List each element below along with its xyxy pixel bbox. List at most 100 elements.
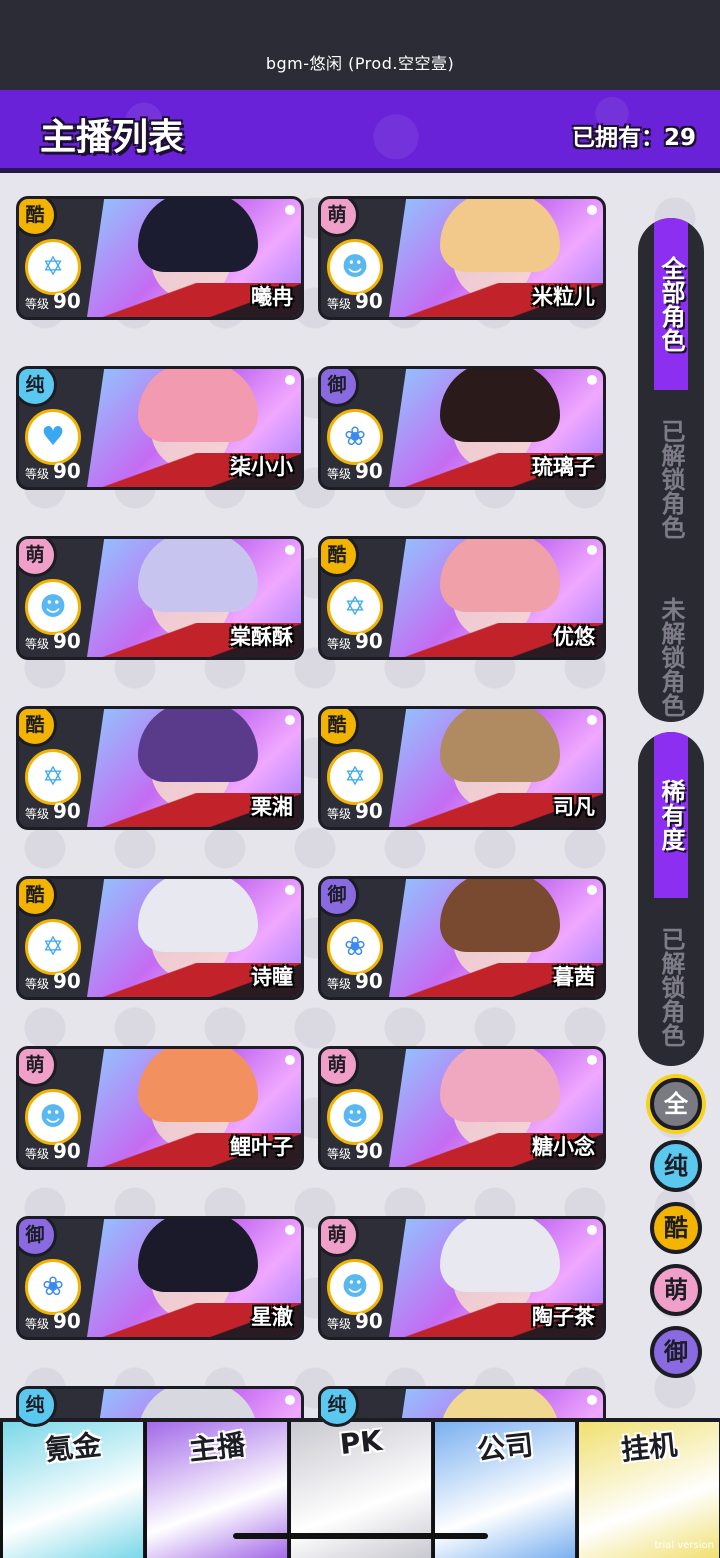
rarity-badge: 萌: [321, 1049, 359, 1087]
rarity-badge: 酷: [19, 709, 57, 747]
streamer-card[interactable]: 萌 ☻ 等级 90 陶子茶: [318, 1216, 606, 1340]
owned-count: 已拥有：29: [571, 125, 696, 151]
streamer-name: 星澈: [251, 1305, 293, 1329]
bgm-now-playing: bgm-悠闲 (Prod.空空壹): [265, 54, 455, 73]
star-icon: ✡: [25, 749, 81, 805]
streamer-card[interactable]: 御 ❀ 等级 90 星澈: [16, 1216, 304, 1340]
rarity-badge: 萌: [19, 1049, 57, 1087]
card-corner-dot: [587, 1395, 597, 1405]
card-corner-dot: [285, 1395, 295, 1405]
rarity-badge: 酷: [19, 879, 57, 917]
level-label: 等级: [327, 1317, 352, 1331]
portrait-hair: [138, 709, 259, 782]
tab-unlocked-roles[interactable]: 已解锁角色: [654, 390, 688, 568]
card-corner-dot: [587, 205, 597, 215]
portrait-hair: [138, 1049, 259, 1122]
star-icon: ✡: [327, 579, 383, 635]
level-label: 等级: [25, 977, 50, 991]
portrait-hair: [138, 369, 259, 442]
level-label: 等级: [327, 1147, 352, 1161]
portrait-hair: [138, 539, 259, 612]
streamer-card[interactable]: 酷 ✡ 等级 90 栗湘: [16, 706, 304, 830]
cat-icon: ☻: [327, 239, 383, 295]
role-filter-panel: 全部角色 已解锁角色 未解锁角色: [638, 218, 704, 722]
level-label: 等级: [25, 807, 50, 821]
level-label: 等级: [25, 467, 50, 481]
streamer-card[interactable]: 萌 ☻ 等级 90 棠酥酥: [16, 536, 304, 660]
star-icon: ✡: [25, 919, 81, 975]
streamer-name: 糖小念: [532, 1135, 595, 1159]
tab-all-roles[interactable]: 全部角色: [654, 218, 688, 390]
card-corner-dot: [587, 885, 597, 895]
streamer-name: 司凡: [553, 795, 595, 819]
streamer-card[interactable]: 御 ❀ 等级 90 琉璃子: [318, 366, 606, 490]
rarity-badge: 萌: [19, 539, 57, 577]
rarity-filter-button[interactable]: 萌: [650, 1264, 702, 1316]
card-corner-dot: [587, 545, 597, 555]
level-value: 90: [355, 1309, 383, 1333]
level-value: 90: [53, 629, 81, 653]
page-title: 主播列表: [40, 117, 185, 158]
rarity-badge: 萌: [321, 199, 359, 237]
level-value: 90: [53, 799, 81, 823]
streamer-card[interactable]: 酷 ✡ 等级 90 司凡: [318, 706, 606, 830]
rarity-badge: 御: [321, 879, 359, 917]
level-value: 90: [355, 1139, 383, 1163]
streamer-card[interactable]: 御 ❀ 等级 90 暮茜: [318, 876, 606, 1000]
portrait-hair: [440, 709, 561, 782]
streamer-card[interactable]: 酷 ✡ 等级 90 诗瞳: [16, 876, 304, 1000]
rarity-filter-button[interactable]: 纯: [650, 1140, 702, 1192]
level-label: 等级: [25, 1317, 50, 1331]
level-value: 90: [53, 1139, 81, 1163]
tab-rarity[interactable]: 稀有度: [654, 732, 688, 898]
rarity-badge: 纯: [19, 369, 57, 407]
card-corner-dot: [285, 1225, 295, 1235]
streamer-card[interactable]: 酷 ✡ 等级 90 曦冉: [16, 196, 304, 320]
portrait-hair: [440, 539, 561, 612]
level-value: 90: [53, 289, 81, 313]
tab-rarity-unlocked[interactable]: 已解锁角色: [654, 898, 688, 1066]
level-label: 等级: [327, 637, 352, 651]
card-corner-dot: [285, 545, 295, 555]
level-value: 90: [53, 1309, 81, 1333]
rarity-badge: 萌: [321, 1219, 359, 1257]
star-icon: ✡: [25, 239, 81, 295]
card-corner-dot: [587, 1225, 597, 1235]
streamer-card[interactable]: 酷 ✡ 等级 90 优悠: [318, 536, 606, 660]
portrait-hair: [440, 369, 561, 442]
streamer-card[interactable]: 萌 ☻ 等级 90 糖小念: [318, 1046, 606, 1170]
nav-item[interactable]: 氪金: [0, 1422, 143, 1558]
rose-icon: ❀: [25, 1259, 81, 1315]
streamer-name: 米粒儿: [532, 285, 595, 309]
star-icon: ✡: [327, 749, 383, 805]
streamer-card[interactable]: 萌 ☻ 等级 90 米粒儿: [318, 196, 606, 320]
rarity-filter-button[interactable]: 御: [650, 1326, 702, 1378]
rarity-filter-button[interactable]: 酷: [650, 1202, 702, 1254]
portrait-hair: [138, 1219, 259, 1292]
streamer-card[interactable]: 纯 ♥ 等级 90 柒小小: [16, 366, 304, 490]
streamer-name: 栗湘: [251, 795, 293, 819]
card-corner-dot: [285, 715, 295, 725]
nav-item-label: 主播: [187, 1428, 247, 1467]
tab-locked-roles[interactable]: 未解锁角色: [654, 568, 688, 722]
card-corner-dot: [285, 205, 295, 215]
level-value: 90: [53, 969, 81, 993]
portrait-hair: [138, 879, 259, 952]
level-label: 等级: [327, 807, 352, 821]
cat-icon: ☻: [25, 579, 81, 635]
home-indicator[interactable]: [233, 1533, 488, 1539]
streamer-name: 琉璃子: [532, 455, 595, 479]
level-label: 等级: [25, 637, 50, 651]
level-label: 等级: [25, 297, 50, 311]
nav-item[interactable]: 挂机: [576, 1422, 719, 1558]
rarity-filter-button[interactable]: 全: [650, 1078, 702, 1130]
level-label: 等级: [25, 1147, 50, 1161]
heartbeat-icon: ♥: [25, 409, 81, 465]
rarity-badge: 御: [19, 1219, 57, 1257]
streamer-card[interactable]: 萌 ☻ 等级 90 鲤叶子: [16, 1046, 304, 1170]
card-corner-dot: [587, 375, 597, 385]
portrait-hair: [440, 1049, 561, 1122]
card-corner-dot: [285, 1055, 295, 1065]
rarity-filter-panel: 稀有度 已解锁角色: [638, 732, 704, 1066]
rarity-badge: 御: [321, 369, 359, 407]
